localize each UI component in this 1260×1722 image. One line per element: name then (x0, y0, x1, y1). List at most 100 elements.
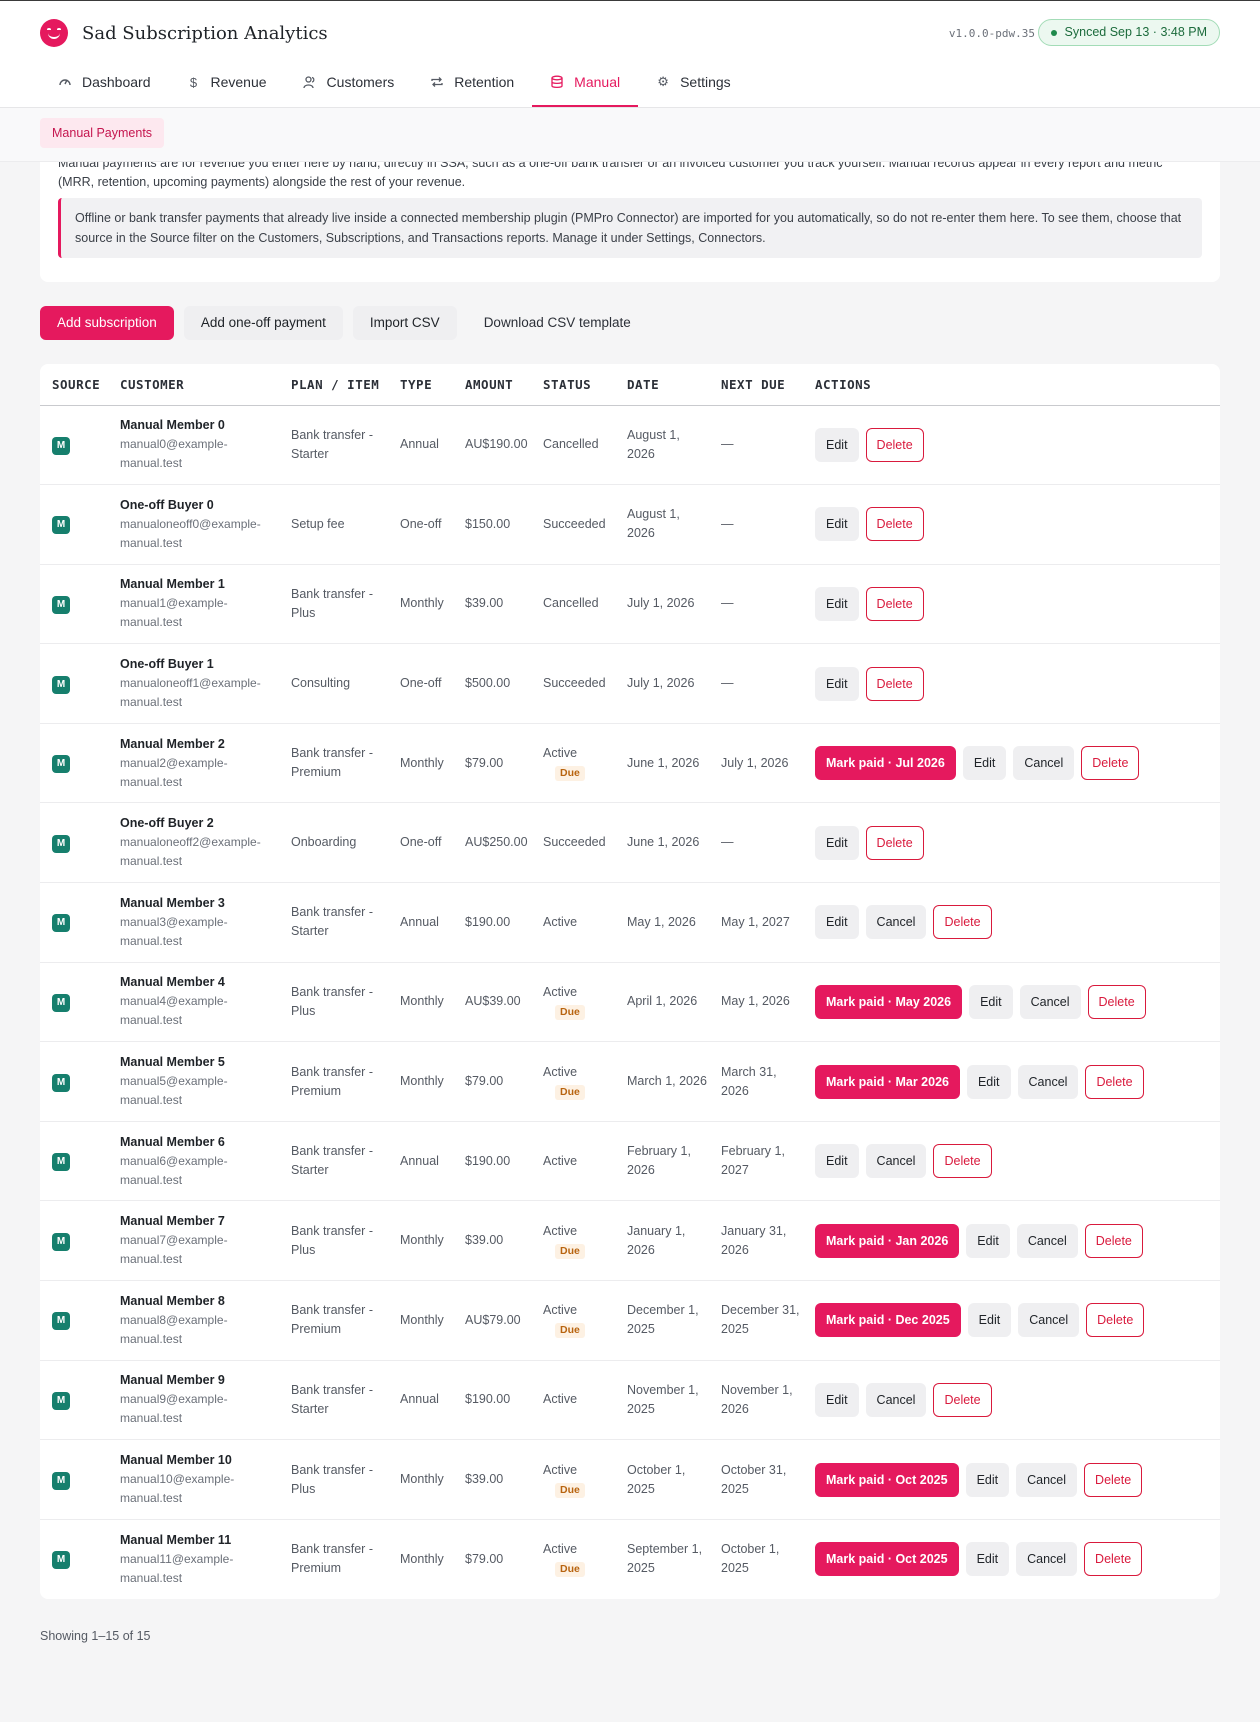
plan-cell: Bank transfer - Premium (291, 1542, 373, 1576)
edit-button[interactable]: Edit (815, 666, 859, 701)
customer-name[interactable]: Manual Member 11 (120, 1531, 279, 1550)
tab-revenue[interactable]: $ Revenue (169, 59, 285, 107)
delete-button[interactable]: Delete (1081, 746, 1140, 781)
edit-button[interactable]: Edit (815, 507, 859, 542)
sub-tab-manual-payments[interactable]: Manual Payments (40, 118, 165, 148)
delete-button[interactable]: Delete (1084, 1462, 1143, 1497)
edit-button[interactable]: Edit (815, 427, 859, 462)
cancel-button[interactable]: Cancel (1013, 746, 1075, 781)
edit-button[interactable]: Edit (965, 1462, 1010, 1497)
customer-name[interactable]: One-off Buyer 2 (120, 814, 279, 833)
mark-paid-button[interactable]: Mark paid · Oct 2025 (815, 1542, 959, 1577)
manual-source-badge: M (52, 1073, 70, 1092)
amount-cell: $150.00 (453, 484, 531, 565)
row-actions: Edit Delete (815, 666, 1220, 701)
due-badge: Due (555, 1243, 585, 1259)
customer-name[interactable]: One-off Buyer 1 (120, 655, 279, 674)
tab-label: Customers (326, 74, 395, 90)
main-nav: Dashboard $ Revenue Customers Retention … (40, 59, 749, 107)
edit-button[interactable]: Edit (966, 1064, 1011, 1099)
brand[interactable]: Sad Subscription Analytics (40, 19, 328, 47)
amount-cell: $190.00 (453, 882, 531, 963)
cancel-button[interactable]: Cancel (1016, 1542, 1078, 1577)
delete-button[interactable]: Delete (933, 905, 992, 940)
edit-button[interactable]: Edit (815, 1144, 859, 1179)
delete-button[interactable]: Delete (933, 1382, 992, 1417)
tab-customers[interactable]: Customers (285, 59, 413, 107)
delete-button[interactable]: Delete (1087, 984, 1146, 1019)
customer-cell: Manual Member 10 manual10@example-manual.… (108, 1439, 279, 1520)
status-text: Succeeded (543, 835, 606, 850)
status-text: Succeeded (543, 676, 606, 691)
delete-button[interactable]: Delete (865, 427, 924, 462)
edit-button[interactable]: Edit (965, 1542, 1010, 1577)
cancel-button[interactable]: Cancel (1016, 1462, 1078, 1497)
row-actions: Edit Delete (815, 507, 1220, 542)
add-one-off-payment-button[interactable]: Add one-off payment (183, 306, 343, 340)
delete-button[interactable]: Delete (1086, 1303, 1145, 1338)
customer-name[interactable]: Manual Member 10 (120, 1451, 279, 1470)
edit-button[interactable]: Edit (815, 905, 859, 940)
mark-paid-button[interactable]: Mark paid · Jan 2026 (815, 1223, 960, 1258)
cancel-button[interactable]: Cancel (865, 1144, 927, 1179)
tab-settings[interactable]: ⚙ Settings (638, 59, 749, 107)
next-due-cell: July 1, 2026 (709, 723, 803, 804)
customer-name[interactable]: Manual Member 9 (120, 1371, 279, 1390)
plan-cell: Bank transfer - Starter (279, 882, 388, 963)
delete-button[interactable]: Delete (865, 666, 924, 701)
customer-email: manual9@example-manual.test (120, 1392, 228, 1426)
delete-button[interactable]: Delete (865, 586, 924, 621)
edit-button[interactable]: Edit (815, 1382, 859, 1417)
manual-source-badge: M (52, 1551, 70, 1570)
customer-name[interactable]: Manual Member 3 (120, 894, 279, 913)
edit-button[interactable]: Edit (962, 746, 1007, 781)
edit-button[interactable]: Edit (966, 1223, 1010, 1258)
customer-name[interactable]: Manual Member 4 (120, 973, 279, 992)
delete-button[interactable]: Delete (1085, 1064, 1144, 1099)
delete-button[interactable]: Delete (933, 1144, 992, 1179)
customer-name[interactable]: Manual Member 2 (120, 735, 279, 754)
cancel-button[interactable]: Cancel (1018, 1303, 1080, 1338)
status-dot-icon (1050, 30, 1057, 36)
edit-button[interactable]: Edit (967, 1303, 1012, 1338)
table-row: M Manual Member 7 manual7@example-manual.t… (40, 1200, 1220, 1282)
tab-dashboard[interactable]: Dashboard (40, 59, 169, 107)
download-csv-template-button[interactable]: Download CSV template (467, 306, 648, 340)
status-text: Active (543, 1223, 578, 1238)
manual-source-badge: M (52, 595, 70, 614)
status-cell: Active (531, 882, 615, 963)
delete-button[interactable]: Delete (1084, 1223, 1143, 1258)
cancel-button[interactable]: Cancel (1019, 984, 1081, 1019)
edit-button[interactable]: Edit (815, 586, 859, 621)
edit-button[interactable]: Edit (815, 825, 859, 860)
cancel-button[interactable]: Cancel (865, 905, 927, 940)
mark-paid-button[interactable]: Mark paid · Dec 2025 (815, 1303, 961, 1338)
customer-name[interactable]: Manual Member 7 (120, 1212, 279, 1231)
customer-name[interactable]: Manual Member 5 (120, 1053, 279, 1072)
customer-name[interactable]: Manual Member 8 (120, 1292, 279, 1311)
customer-name[interactable]: Manual Member 6 (120, 1133, 279, 1152)
tab-retention[interactable]: Retention (412, 59, 532, 107)
status-cell: Active Due (531, 1519, 615, 1599)
mark-paid-button[interactable]: Mark paid · Jul 2026 (815, 746, 956, 781)
manual-source-badge: M (52, 516, 70, 535)
edit-button[interactable]: Edit (969, 984, 1013, 1019)
mark-paid-button[interactable]: Mark paid · Oct 2025 (815, 1462, 959, 1497)
customer-name[interactable]: One-off Buyer 0 (120, 496, 279, 515)
delete-button[interactable]: Delete (1084, 1542, 1143, 1577)
mark-paid-button[interactable]: Mark paid · May 2026 (815, 984, 963, 1019)
tab-manual[interactable]: Manual (532, 59, 639, 107)
cancel-button[interactable]: Cancel (1016, 1223, 1078, 1258)
customer-name[interactable]: Manual Member 1 (120, 575, 279, 594)
source-cell: M (40, 802, 108, 884)
cancel-button[interactable]: Cancel (865, 1382, 927, 1417)
delete-button[interactable]: Delete (865, 825, 924, 860)
import-csv-button[interactable]: Import CSV (352, 306, 457, 340)
actions-cell: Edit Delete (803, 564, 1220, 645)
customer-cell: Manual Member 9 manual9@example-manual.te… (108, 1360, 279, 1441)
cancel-button[interactable]: Cancel (1017, 1064, 1079, 1099)
mark-paid-button[interactable]: Mark paid · Mar 2026 (815, 1064, 960, 1099)
add-subscription-button[interactable]: Add subscription (40, 306, 174, 340)
customer-name[interactable]: Manual Member 0 (120, 416, 279, 435)
delete-button[interactable]: Delete (865, 507, 924, 542)
